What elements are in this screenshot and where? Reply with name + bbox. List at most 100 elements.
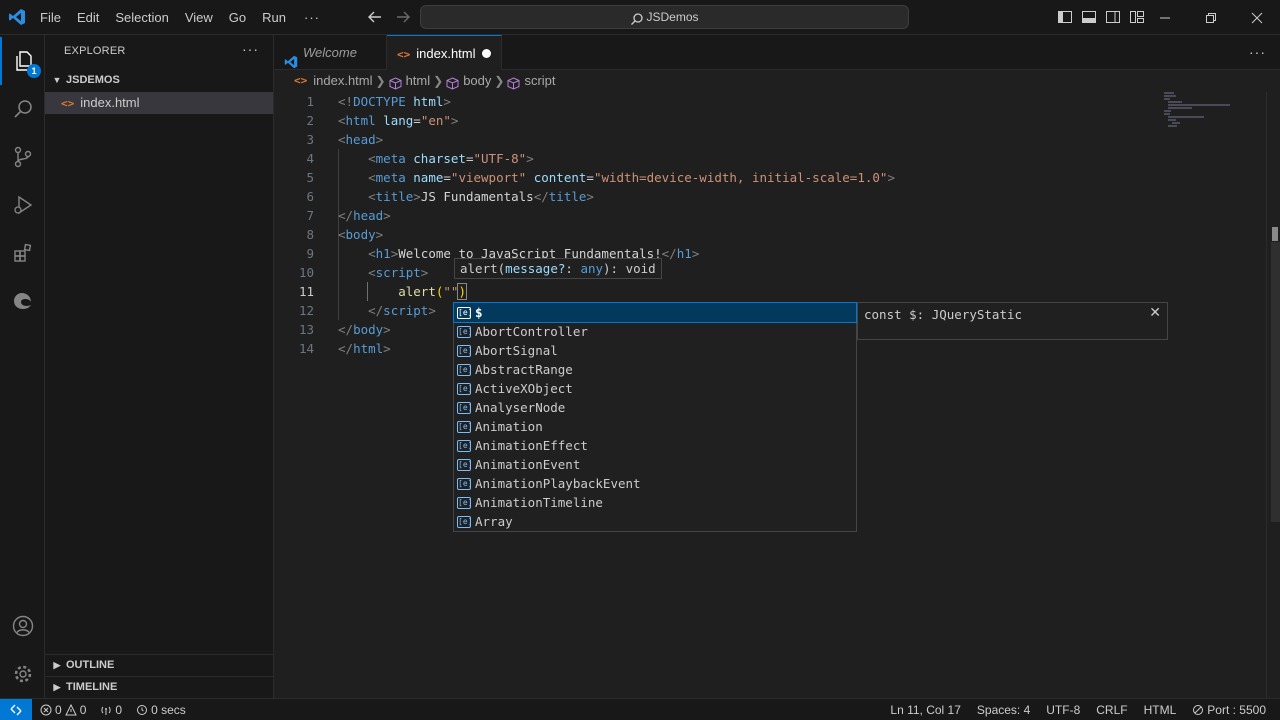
tab-index-label: index.html (416, 46, 476, 61)
close-window-icon[interactable] (1234, 0, 1280, 35)
timeline-label: TIMELINE (66, 681, 118, 693)
suggestion-item[interactable]: [e] Array (454, 512, 856, 531)
line-number: 3 (306, 132, 314, 147)
variable-icon: [e] (457, 382, 473, 395)
suggestion-item[interactable]: [e] AnimationEvent (454, 455, 856, 474)
editor-more-actions[interactable]: ··· (1249, 35, 1266, 70)
suggestion-label: AbstractRange (475, 362, 573, 377)
forward-arrow-icon[interactable] (394, 8, 412, 26)
edge-devtools-icon[interactable] (0, 277, 45, 325)
menu-run[interactable]: Run (254, 0, 294, 35)
live-server-port[interactable]: Port : 5500 (1192, 699, 1266, 720)
hint-param-type: any (580, 261, 604, 276)
menu-file[interactable]: File (32, 0, 69, 35)
chevron-down-icon: ▼ (52, 75, 62, 85)
suggestion-label: Animation (475, 419, 543, 434)
menu-view[interactable]: View (177, 0, 221, 35)
radio-tower-icon (100, 704, 112, 716)
unsaved-dot-icon[interactable] (482, 49, 491, 58)
line-number-gutter: 1 2 3 4 5 6 7 8 9 10 11 12 13 14 (274, 92, 314, 358)
suggestion-item[interactable]: [e] AnalyserNode (454, 398, 856, 417)
variable-icon: [e] (457, 325, 473, 338)
warning-icon (64, 704, 77, 716)
chevron-right-icon: ❯ (494, 74, 505, 88)
line-number-current: 11 (298, 284, 314, 299)
source-control-icon[interactable] (0, 133, 45, 181)
outline-section[interactable]: ▶ OUTLINE (45, 654, 274, 676)
restore-icon[interactable] (1188, 0, 1234, 35)
vscode-tab-icon (284, 47, 298, 68)
suggestion-item[interactable]: [e] AnimationPlaybackEvent (454, 474, 856, 493)
cursor-position[interactable]: Ln 11, Col 17 (890, 699, 961, 720)
ports-indicator[interactable]: 0 (100, 699, 122, 720)
suggestion-item[interactable]: [e] Animation (454, 417, 856, 436)
vertical-scrollbar[interactable] (1266, 92, 1280, 698)
chevron-right-icon: ▶ (53, 682, 61, 692)
end-of-line[interactable]: CRLF (1096, 699, 1127, 720)
minimize-icon[interactable] (1142, 0, 1188, 35)
language-mode[interactable]: HTML (1144, 699, 1177, 720)
code-line: <meta name="viewport" content="width=dev… (368, 170, 895, 185)
line-number: 7 (306, 208, 314, 223)
encoding[interactable]: UTF-8 (1046, 699, 1080, 720)
close-icon[interactable]: ✕ (1149, 305, 1161, 321)
suggestion-item[interactable]: [e] AnimationEffect (454, 436, 856, 455)
hint-function-name: alert (460, 261, 498, 276)
breadcrumb-body[interactable]: body (463, 70, 491, 92)
toggle-primary-sidebar-icon[interactable] (1057, 9, 1073, 25)
indentation[interactable]: Spaces: 4 (977, 699, 1030, 720)
suggestion-item[interactable]: [e] AbstractRange (454, 360, 856, 379)
breadcrumb-script[interactable]: script (524, 70, 555, 92)
suggestion-item[interactable]: [e] ActiveXObject (454, 379, 856, 398)
search-view-icon[interactable] (0, 85, 45, 133)
suggestion-list[interactable]: [e] $ [e] AbortController [e] AbortSignal [… (453, 302, 857, 532)
activity-bar: 1 (0, 35, 45, 698)
html-file-icon: <> (294, 74, 308, 87)
explorer-badge: 1 (27, 64, 41, 78)
variable-icon: [e] (457, 458, 473, 471)
back-arrow-icon[interactable] (366, 8, 384, 26)
element-cube-icon (389, 75, 402, 90)
account-icon[interactable] (0, 602, 45, 650)
parameter-hint: alert(message?: any): void (454, 258, 662, 279)
minimap[interactable] (1164, 92, 1244, 132)
suggestion-label: Array (475, 514, 513, 529)
outline-label: OUTLINE (66, 659, 115, 671)
folder-section-jsdemos[interactable]: ▼ JSDEMOS (45, 69, 274, 91)
suggestion-label: AnimationTimeline (475, 495, 603, 510)
run-debug-icon[interactable] (0, 181, 45, 229)
explorer-more-actions[interactable]: ··· (242, 41, 259, 57)
suggestion-item[interactable]: [e] AnimationTimeline (454, 493, 856, 512)
port-text: Port : 5500 (1207, 703, 1266, 717)
menu-selection[interactable]: Selection (107, 0, 176, 35)
toggle-panel-icon[interactable] (1081, 9, 1097, 25)
tab-index-html[interactable]: <> index.html (387, 35, 502, 70)
menu-more[interactable]: ··· (294, 0, 328, 35)
breadcrumb-html[interactable]: html (406, 70, 431, 92)
toggle-secondary-sidebar-icon[interactable] (1105, 9, 1121, 25)
warning-count: 0 (79, 703, 87, 717)
menu-edit[interactable]: Edit (69, 0, 107, 35)
extensions-icon[interactable] (0, 229, 45, 277)
explorer-icon[interactable]: 1 (0, 37, 45, 85)
settings-gear-icon[interactable] (0, 650, 45, 698)
file-item-index-html[interactable]: <> index.html (45, 92, 273, 114)
variable-icon: [e] (457, 477, 473, 490)
hint-param-name: message? (505, 261, 566, 276)
problems-indicator[interactable]: 0 0 (40, 699, 86, 720)
suggestion-item[interactable]: [e] AbortController (454, 322, 856, 341)
suggestion-details: const $: JQueryStatic ✕ (857, 302, 1168, 340)
timeline-section[interactable]: ▶ TIMELINE (45, 676, 274, 698)
command-center-search[interactable]: JSDemos (420, 5, 909, 29)
line-number: 1 (306, 94, 314, 109)
suggestion-item-selected[interactable]: [e] $ (453, 302, 857, 323)
line-number: 2 (306, 113, 314, 128)
breadcrumb-file[interactable]: index.html (313, 70, 372, 92)
suggestion-item[interactable]: [e] AbortSignal (454, 341, 856, 360)
variable-icon: [e] (457, 420, 473, 433)
tab-welcome[interactable]: Welcome (274, 35, 387, 70)
menu-go[interactable]: Go (221, 0, 254, 35)
remote-indicator-icon[interactable] (0, 699, 32, 720)
line-number: 6 (306, 189, 314, 204)
timer-indicator[interactable]: 0 secs (136, 699, 186, 720)
